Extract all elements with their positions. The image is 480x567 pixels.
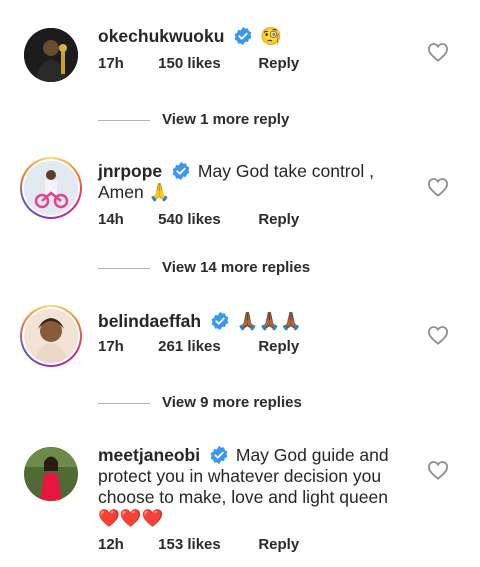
verified-badge-icon [210, 445, 228, 465]
reply-button[interactable]: Reply [258, 211, 299, 228]
comment-text: belindaeffah 🙏🏾🙏🏾🙏🏾 [98, 311, 398, 333]
view-replies[interactable]: View 9 more replies [98, 394, 302, 411]
view-replies-divider [98, 119, 150, 121]
comment-time: 17h [98, 338, 124, 355]
comment-emoji: 🙏 [148, 183, 171, 203]
view-replies-label[interactable]: View 1 more reply [162, 111, 289, 128]
username[interactable]: okechukwuoku [98, 26, 224, 46]
verified-badge-icon [211, 311, 229, 331]
verified-badge-icon [234, 26, 252, 46]
view-replies-label[interactable]: View 9 more replies [162, 394, 302, 411]
reply-button[interactable]: Reply [258, 536, 299, 553]
view-replies-label[interactable]: View 14 more replies [162, 259, 310, 276]
view-replies[interactable]: View 1 more reply [98, 111, 289, 128]
comment-meta: 17h 150 likes Reply [98, 55, 299, 72]
comment-text: meetjaneobi May God guide and protect yo… [98, 445, 398, 530]
comment-meta: 17h 261 likes Reply [98, 338, 299, 355]
verified-badge-icon [172, 161, 190, 181]
avatar-meetjaneobi[interactable] [20, 443, 82, 505]
username[interactable]: belindaeffah [98, 311, 201, 331]
comment-time: 12h [98, 536, 124, 553]
comment-time: 14h [98, 211, 124, 228]
comment-emoji: 🙏🏾🙏🏾🙏🏾 [236, 312, 303, 332]
comment-likes[interactable]: 150 likes [158, 55, 254, 72]
avatar-belindaeffah[interactable] [20, 305, 82, 367]
avatar-jnrpope[interactable] [20, 157, 82, 219]
heart-icon[interactable] [427, 42, 449, 62]
view-replies-divider [98, 267, 150, 269]
comment-likes[interactable]: 153 likes [158, 536, 254, 553]
comment-meta: 12h 153 likes Reply [98, 536, 299, 553]
heart-icon[interactable] [427, 325, 449, 345]
comment-text: jnrpope May God take control , Amen 🙏 [98, 161, 398, 204]
comment-meta: 14h 540 likes Reply [98, 211, 299, 228]
avatar-okechukwuoku[interactable] [20, 24, 82, 86]
view-replies[interactable]: View 14 more replies [98, 259, 310, 276]
heart-icon[interactable] [427, 177, 449, 197]
comment-emoji: ❤️❤️❤️ [98, 509, 164, 529]
view-replies-divider [98, 402, 150, 404]
comment-time: 17h [98, 55, 124, 72]
reply-button[interactable]: Reply [258, 338, 299, 355]
username[interactable]: jnrpope [98, 161, 162, 181]
comment-likes[interactable]: 261 likes [158, 338, 254, 355]
comment-text: okechukwuoku 🧐 [98, 26, 398, 48]
heart-icon[interactable] [427, 460, 449, 480]
username[interactable]: meetjaneobi [98, 445, 200, 465]
reply-button[interactable]: Reply [258, 55, 299, 72]
comment-likes[interactable]: 540 likes [158, 211, 254, 228]
comment-emoji: 🧐 [260, 27, 282, 47]
